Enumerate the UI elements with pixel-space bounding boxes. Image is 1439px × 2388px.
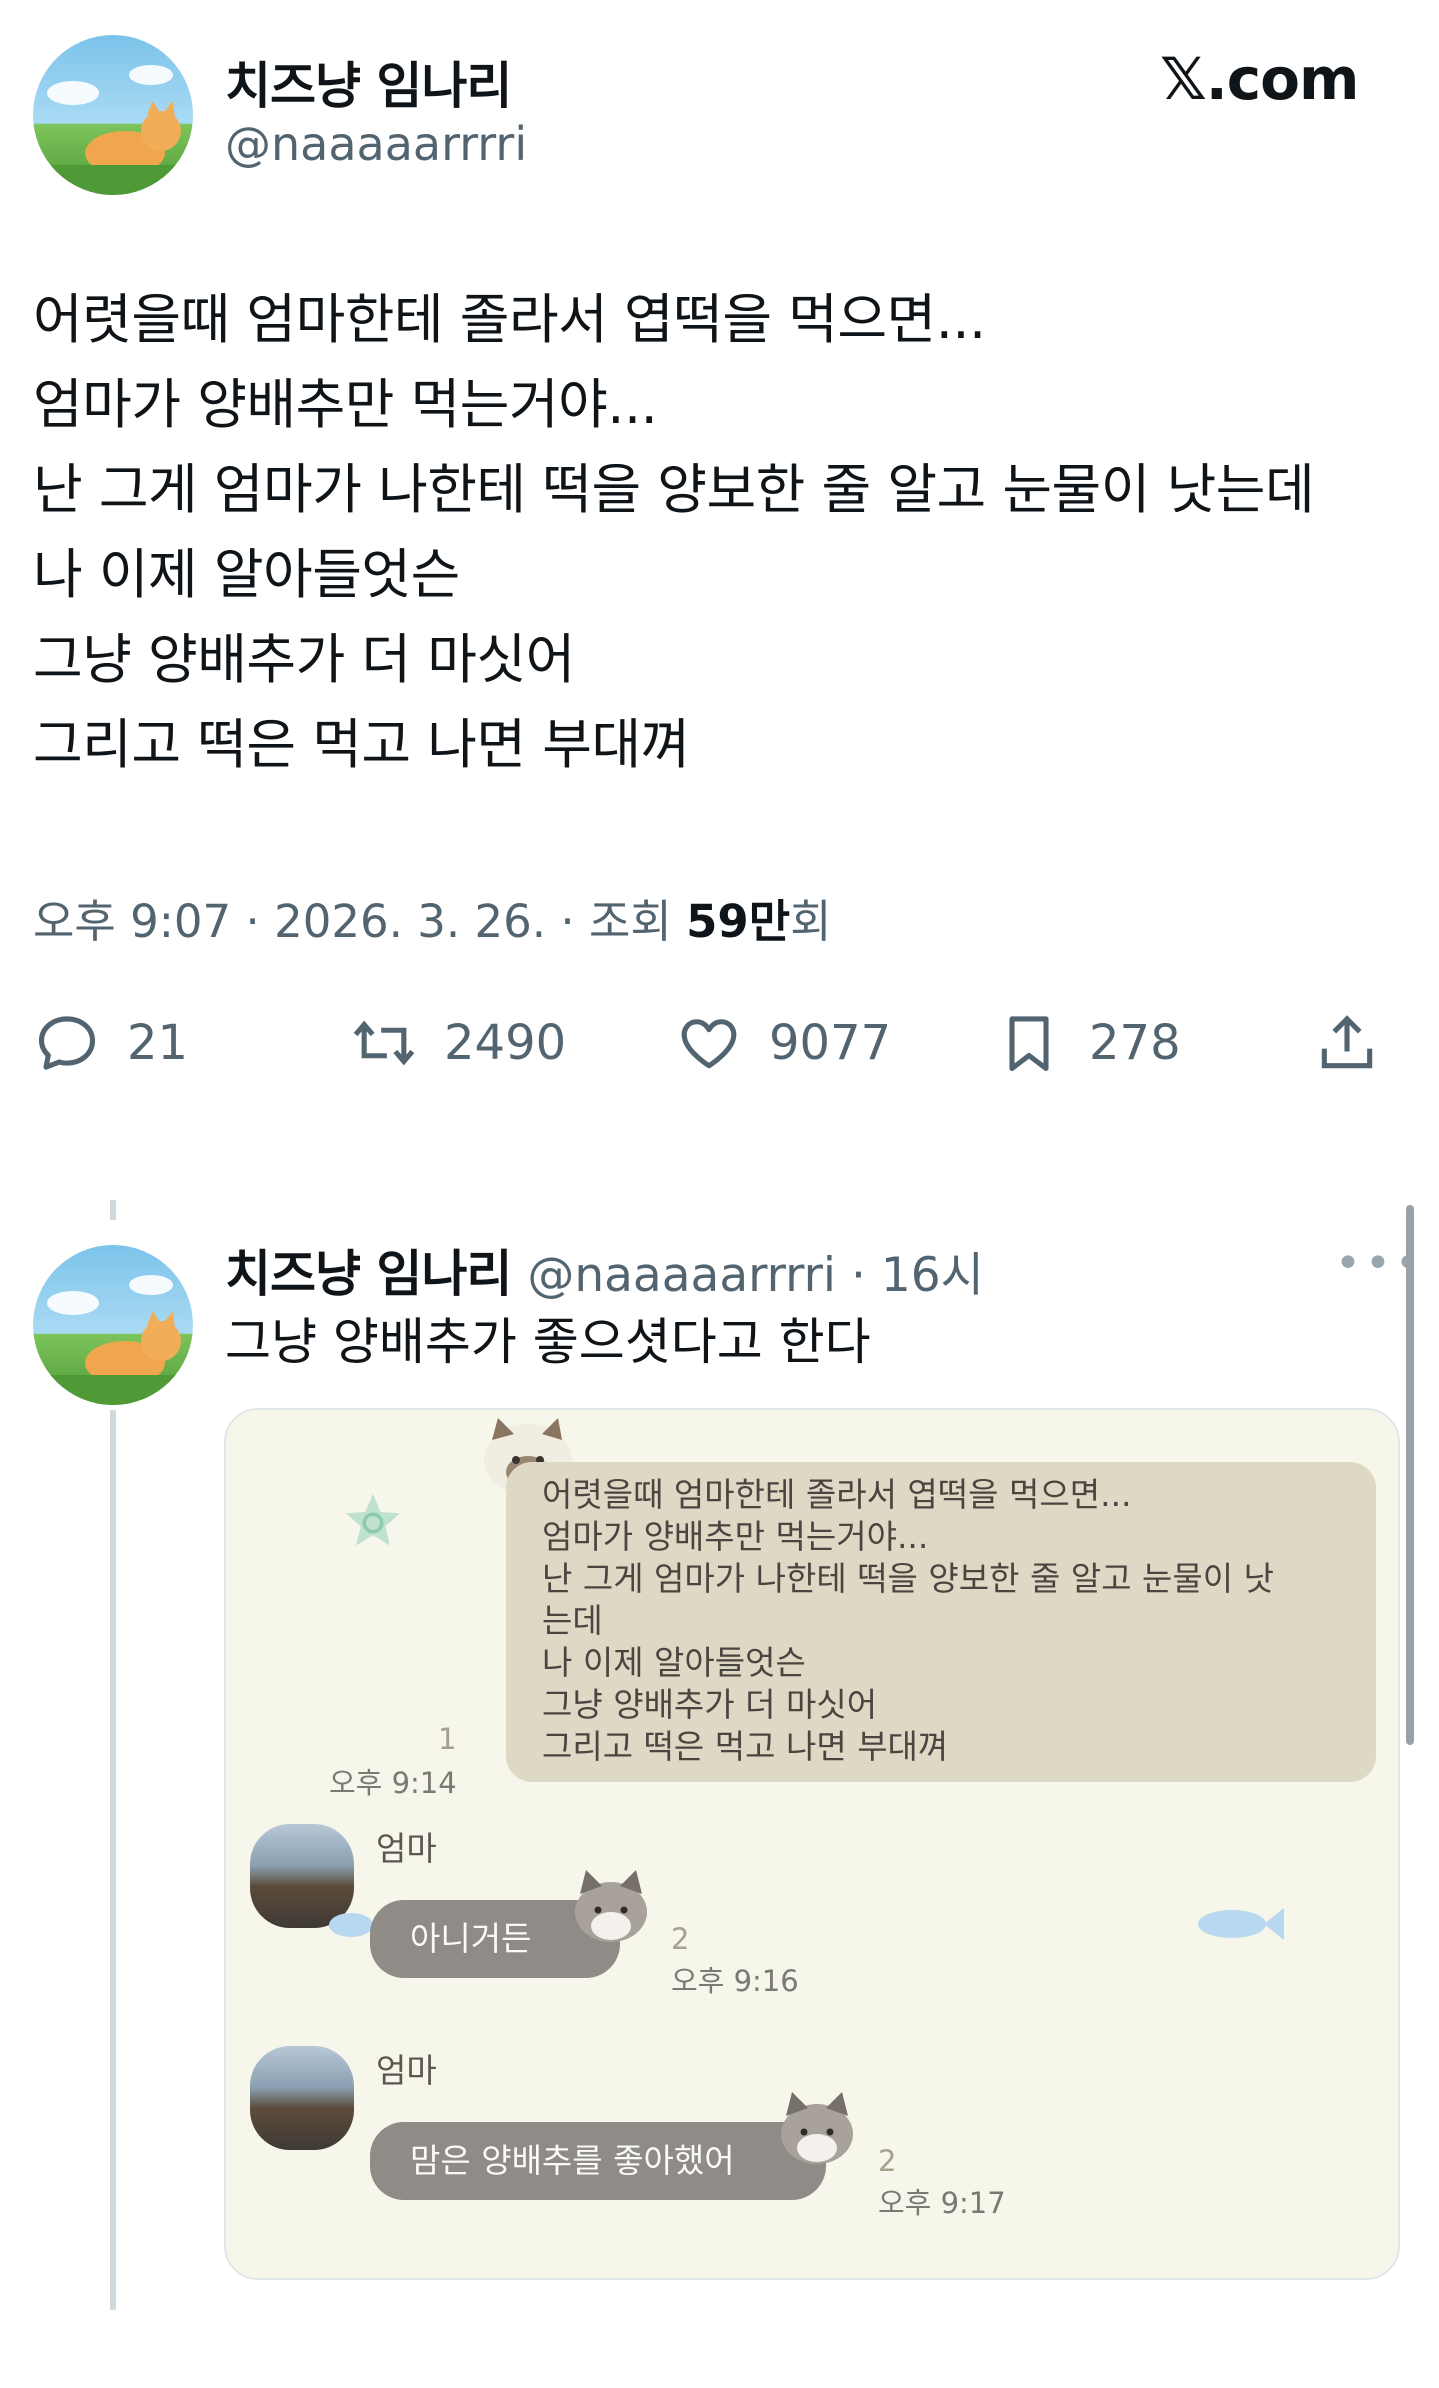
tweet-text-line: 어렷을때 엄마한테 졸라서 엽떡을 먹으면... [33, 288, 986, 351]
fish-sticker-icon [1198, 1908, 1284, 1940]
views-label: 조회 [588, 895, 672, 948]
reply-author-avatar[interactable] [33, 1245, 193, 1405]
reply-count: 21 [127, 1015, 189, 1071]
tweet-text-line: 엄마가 양배추만 먹는거야... [33, 373, 658, 436]
bookmark-button[interactable]: 278 [995, 1003, 1181, 1083]
message-time: 오후 9:14 [329, 1766, 457, 1800]
reply-header: 치즈냥 임나리 @naaaaarrrri · 16시 [225, 1245, 984, 1303]
share-icon [1321, 1015, 1373, 1069]
message-time: 오후 9:17 [878, 2186, 1006, 2220]
sent-message-text: 어렷을때 엄마한테 졸라서 엽떡을 먹으면... 엄마가 양배추만 먹는거야..… [542, 1474, 1274, 1768]
repost-icon [353, 1020, 415, 1066]
cat-avatar-icon [33, 1275, 193, 1405]
site-logo: 𝕏.com [1160, 45, 1359, 113]
reply-age[interactable]: 16시 [881, 1248, 984, 1303]
tweet-text-line: 난 그게 엄마가 나한테 떡을 양보한 줄 알고 눈물이 낫는데 [33, 458, 1315, 521]
unread-count: 2 [878, 2144, 897, 2178]
chat-screenshot-image[interactable]: 어렷을때 엄마한테 졸라서 엽떡을 먹으면... 엄마가 양배추만 먹는거야..… [224, 1408, 1400, 2280]
reply-text: 그냥 양배추가 좋으셧다고 한다 [225, 1313, 871, 1371]
tweet-text-line: 나 이제 알아들엇슨 [33, 543, 460, 606]
reply-button[interactable]: 21 [33, 1003, 188, 1083]
chat-text-line: 그리고 떡은 먹고 나면 부대껴 [542, 1727, 949, 1766]
received-message-text: 맘은 양배추를 좋아했어 [410, 2141, 735, 2180]
tweet-text-line: 그리고 떡은 먹고 나면 부대껴 [33, 713, 690, 776]
unread-count: 2 [671, 1922, 690, 1956]
reply-icon [38, 1016, 96, 1070]
sent-message-bubble: 어렷을때 엄마한테 졸라서 엽떡을 먹으면... 엄마가 양배추만 먹는거야..… [506, 1462, 1376, 1782]
scrollbar[interactable] [1406, 1205, 1414, 1745]
cat-avatar-icon [33, 65, 193, 195]
like-button[interactable]: 9077 [675, 1003, 891, 1083]
thread-connector-line [110, 1410, 116, 2310]
received-message-text: 아니거든 [410, 1919, 532, 1958]
author-handle[interactable]: @naaaaarrrri [225, 117, 527, 171]
tabby-cat-sticker-icon [575, 1870, 647, 1942]
unread-count: 1 [438, 1722, 457, 1756]
chat-text-line: 난 그게 엄마가 나한테 떡을 양보한 줄 알고 눈물이 낫 [542, 1559, 1274, 1598]
thread-connector-line [110, 1200, 116, 1220]
reply-handle[interactable]: @naaaaarrrri [527, 1248, 836, 1303]
tweet-meta: 오후 9:07 · 2026. 3. 26. · 조회 59만회 [33, 895, 832, 948]
chat-text-line: 엄마가 양배추만 먹는거야... [542, 1517, 929, 1556]
sender-name: 엄마 [376, 1829, 437, 1868]
bookmark-icon [1009, 1016, 1049, 1072]
views-count: 59만 [686, 895, 791, 948]
share-button[interactable] [1313, 1003, 1407, 1083]
tabby-cat-sticker-icon [781, 2092, 853, 2164]
like-count: 9077 [769, 1015, 892, 1071]
received-message-bubble: 맘은 양배추를 좋아했어 [370, 2122, 826, 2200]
repost-count: 2490 [444, 1015, 567, 1071]
author-avatar[interactable] [33, 35, 193, 195]
chat-text-line: 그냥 양배추가 더 마싯어 [542, 1685, 878, 1724]
star-sticker-icon [345, 1493, 401, 1546]
sender-name: 엄마 [376, 2051, 437, 2090]
message-time: 오후 9:16 [671, 1964, 799, 1998]
like-icon [681, 1019, 737, 1069]
tweet-date[interactable]: 2026. 3. 26. [274, 895, 546, 948]
bookmark-count: 278 [1089, 1015, 1181, 1071]
views-suffix: 회 [790, 895, 832, 948]
chat-text-line: 는데 [542, 1601, 603, 1640]
reply-display-name[interactable]: 치즈냥 임나리 [225, 1245, 512, 1303]
chat-text-line: 나 이제 알아들엇슨 [542, 1643, 806, 1682]
mom-avatar[interactable] [250, 2046, 354, 2150]
tweet-text-line: 그냥 양배추가 더 마싯어 [33, 628, 575, 691]
author-display-name[interactable]: 치즈냥 임나리 [225, 46, 512, 118]
tweet-time[interactable]: 오후 9:07 [33, 895, 231, 948]
chat-text-line: 어렷을때 엄마한테 졸라서 엽떡을 먹으면... [542, 1475, 1132, 1514]
repost-button[interactable]: 2490 [350, 1003, 566, 1083]
